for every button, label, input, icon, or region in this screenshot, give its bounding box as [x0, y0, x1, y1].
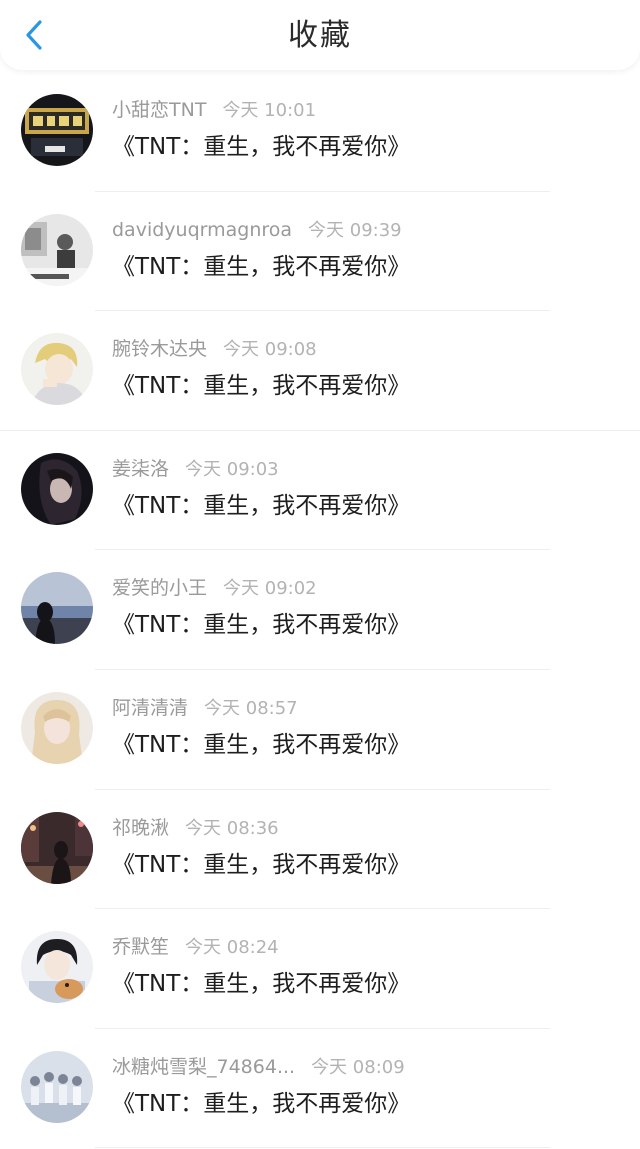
avatar[interactable] [21, 811, 93, 884]
timestamp: 今天 09:03 [185, 458, 279, 480]
avatar[interactable] [21, 931, 93, 1004]
favorite-item[interactable]: 腕铃木达央 今天 09:08 《TNT：重生，我不再爱你》 [0, 311, 640, 431]
favorite-item[interactable]: 小甜恋TNT 今天 10:01 《TNT：重生，我不再爱你》 [0, 72, 640, 192]
favorite-title[interactable]: 《TNT：重生，我不再爱你》 [112, 1087, 410, 1121]
favorite-item[interactable]: 乔默笙 今天 08:24 《TNT：重生，我不再爱你》 [0, 909, 640, 1029]
favorite-item[interactable]: davidyuqrmagnroa 今天 09:39 《TNT：重生，我不再爱你》 [0, 192, 640, 312]
favorite-title[interactable]: 《TNT：重生，我不再爱你》 [112, 848, 410, 882]
avatar[interactable] [21, 333, 93, 406]
avatar[interactable] [21, 691, 93, 764]
username[interactable]: 小甜恋TNT [112, 99, 206, 121]
username[interactable]: 姜柒洛 [112, 458, 169, 480]
timestamp: 今天 08:09 [311, 1056, 405, 1078]
favorite-title[interactable]: 《TNT：重生，我不再爱你》 [112, 608, 410, 642]
timestamp: 今天 09:08 [223, 339, 317, 361]
avatar[interactable] [21, 94, 93, 166]
timestamp: 今天 09:02 [223, 578, 317, 600]
username[interactable]: 乔默笙 [112, 936, 169, 958]
username[interactable]: 祁晚湫 [112, 817, 169, 839]
avatar[interactable] [21, 452, 93, 525]
favorites-list: 小甜恋TNT 今天 10:01 《TNT：重生，我不再爱你》 davidyuqrm… [0, 72, 640, 1149]
favorite-title[interactable]: 《TNT：重生，我不再爱你》 [112, 250, 410, 284]
timestamp: 今天 08:36 [185, 817, 279, 839]
favorite-item[interactable]: 爱笑的小王 今天 09:02 《TNT：重生，我不再爱你》 [0, 550, 640, 670]
timestamp: 今天 08:24 [185, 937, 279, 959]
favorite-title[interactable]: 《TNT：重生，我不再爱你》 [112, 728, 410, 762]
favorite-item[interactable]: 阿清清清 今天 08:57 《TNT：重生，我不再爱你》 [0, 670, 640, 790]
page-title: 收藏 [288, 18, 352, 53]
timestamp: 今天 08:57 [204, 697, 298, 719]
username[interactable]: 腕铃木达央 [112, 338, 207, 360]
favorite-title[interactable]: 《TNT：重生，我不再爱你》 [112, 489, 410, 523]
favorite-title[interactable]: 《TNT：重生，我不再爱你》 [112, 967, 410, 1001]
timestamp: 今天 10:01 [222, 100, 317, 121]
avatar[interactable] [21, 572, 93, 645]
favorite-item[interactable]: 姜柒洛 今天 09:03 《TNT：重生，我不再爱你》 [0, 431, 640, 551]
avatar[interactable] [21, 213, 93, 286]
username[interactable]: 冰糖炖雪梨_74864... [112, 1056, 295, 1078]
timestamp: 今天 09:39 [308, 219, 402, 241]
divider [95, 1147, 550, 1149]
favorite-item[interactable]: 冰糖炖雪梨_74864... 今天 08:09 《TNT：重生，我不再爱你》 [0, 1029, 640, 1149]
favorite-title[interactable]: 《TNT：重生，我不再爱你》 [112, 130, 410, 164]
avatar[interactable] [21, 1050, 93, 1123]
username[interactable]: davidyuqrmagnroa [112, 219, 292, 241]
username[interactable]: 阿清清清 [112, 697, 188, 719]
top-bar: 收藏 [0, 0, 640, 70]
favorite-title[interactable]: 《TNT：重生，我不再爱你》 [112, 369, 410, 403]
favorite-item[interactable]: 祁晚湫 今天 08:36 《TNT：重生，我不再爱你》 [0, 790, 640, 910]
username[interactable]: 爱笑的小王 [112, 577, 207, 599]
